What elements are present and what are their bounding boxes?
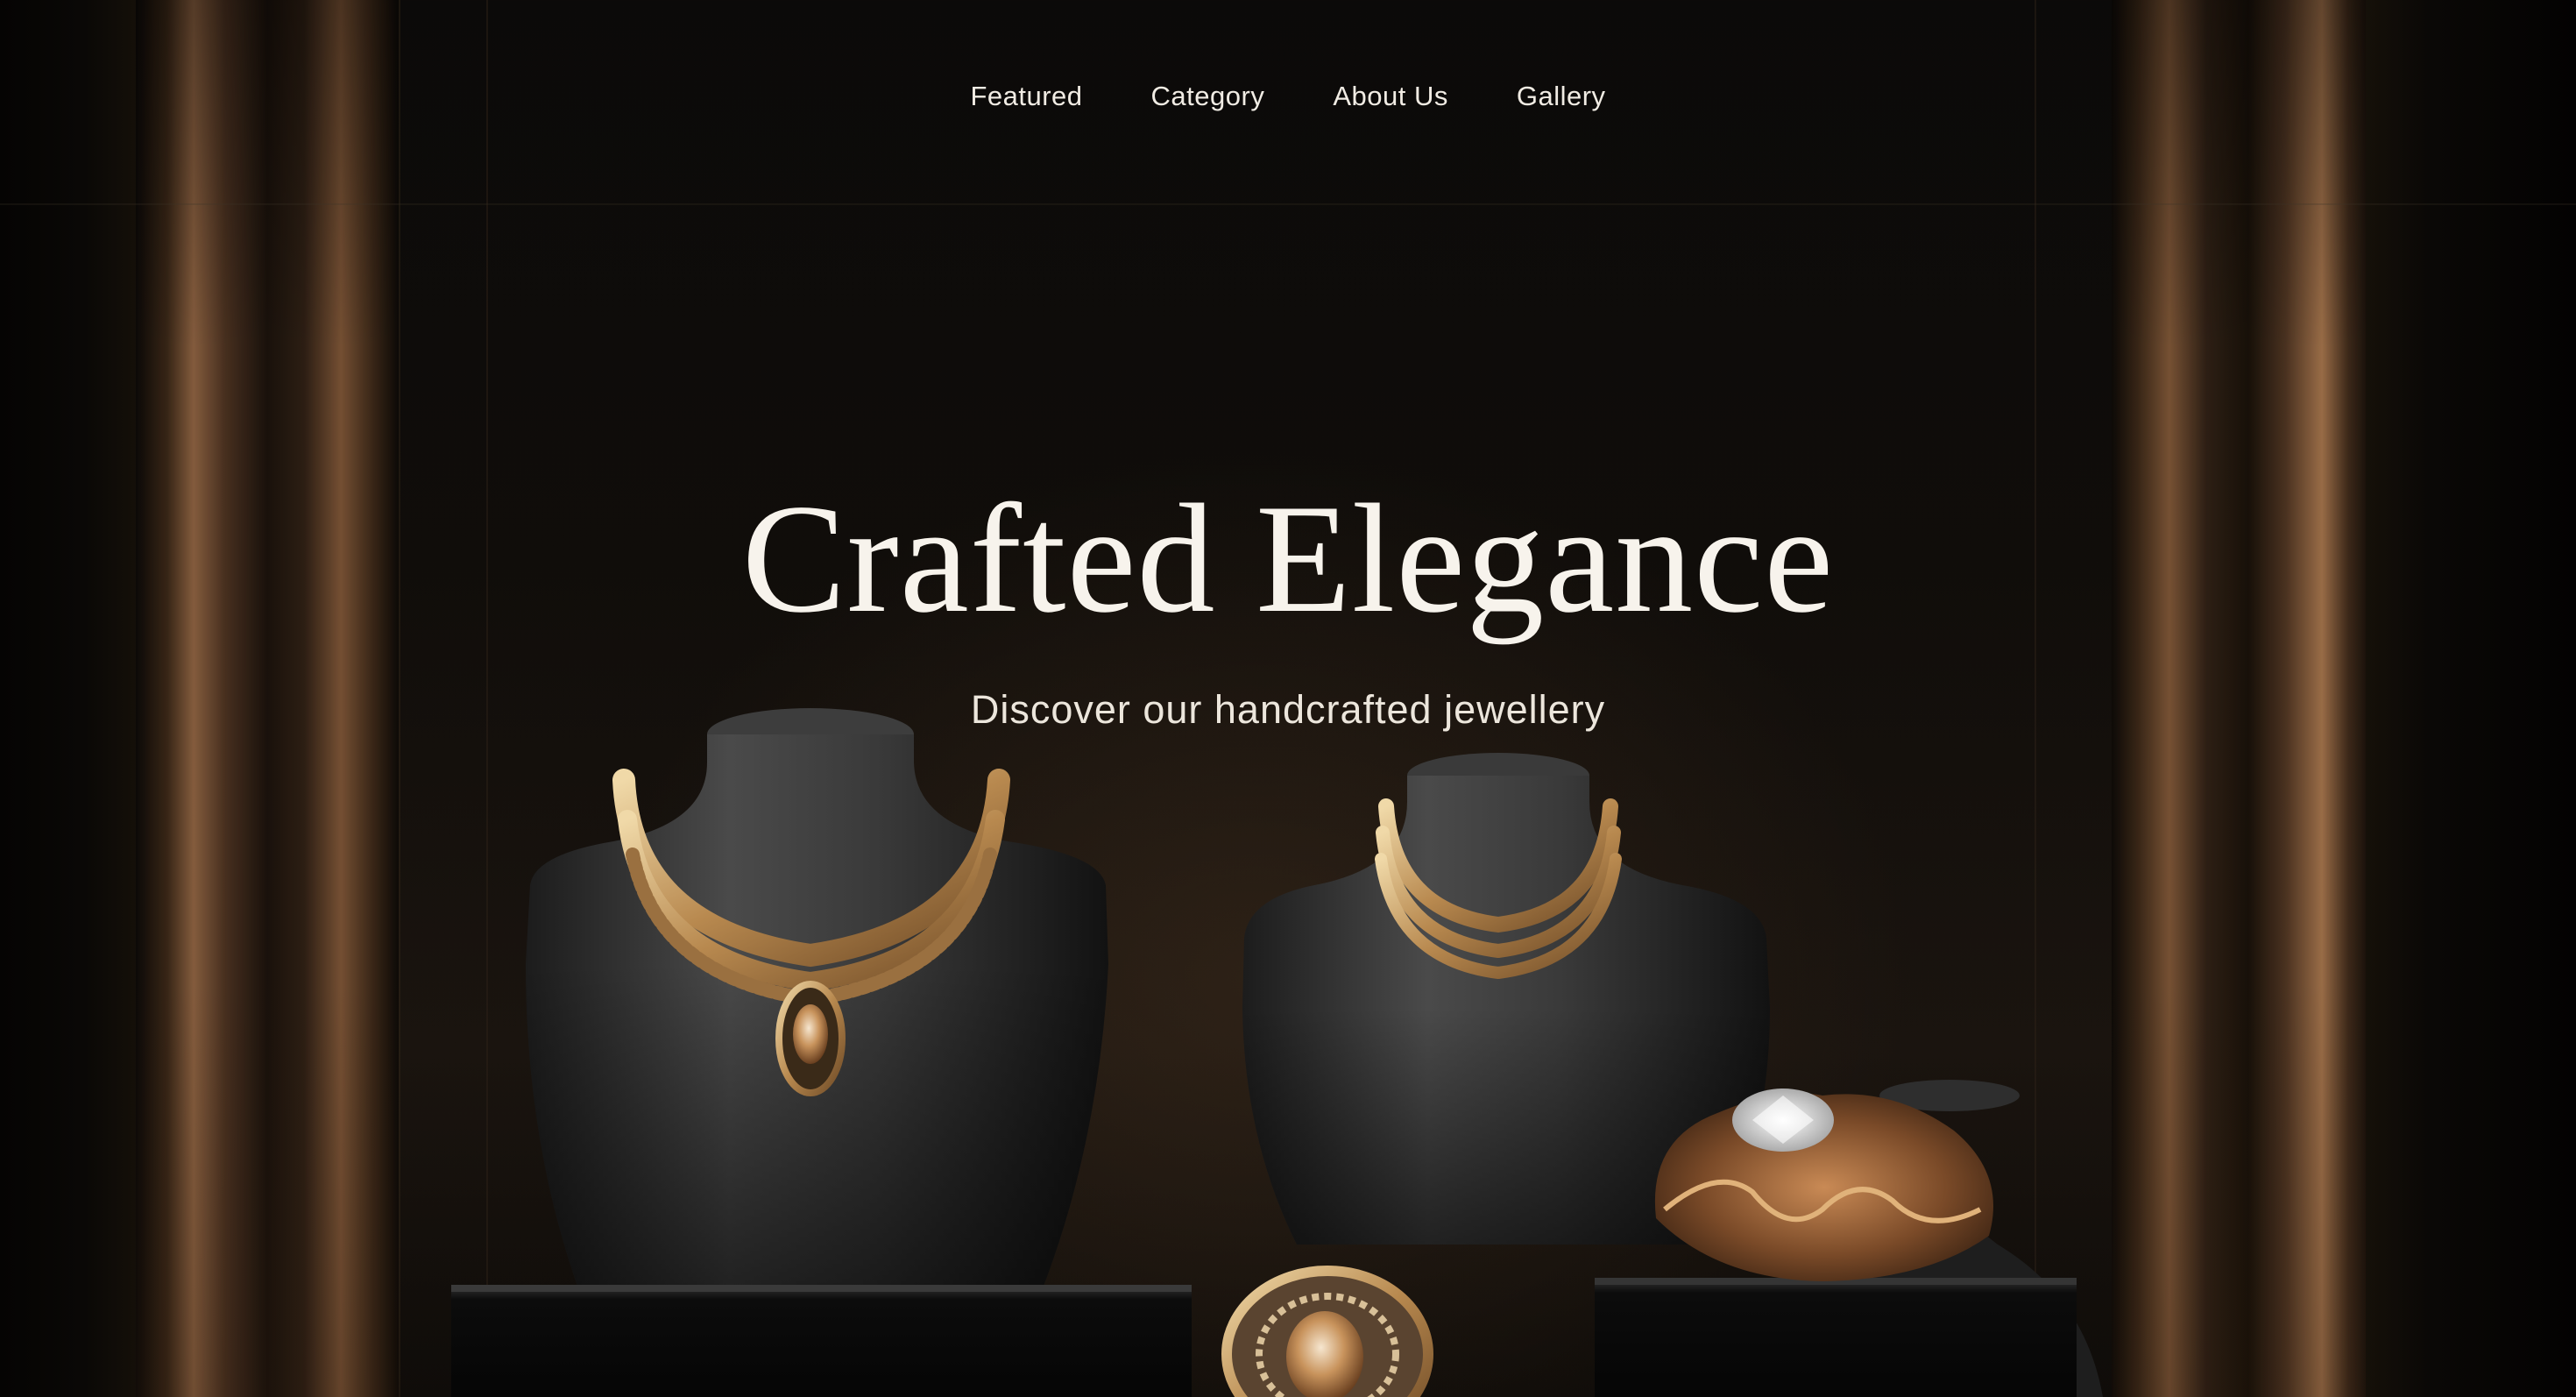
- nav-about-us[interactable]: About Us: [1333, 81, 1448, 112]
- left-pedestal: [451, 1285, 1192, 1397]
- hero-section: Featured Category About Us Gallery Craft…: [0, 0, 2576, 1397]
- hero-title: Crafted Elegance: [741, 472, 1835, 645]
- hero-subtitle: Discover our handcrafted jewellery: [970, 687, 1606, 732]
- main-nav: Featured Category About Us Gallery: [0, 81, 2576, 112]
- nav-featured[interactable]: Featured: [970, 81, 1082, 112]
- right-pedestal: [1595, 1278, 2077, 1397]
- nav-category[interactable]: Category: [1151, 81, 1265, 112]
- nav-gallery[interactable]: Gallery: [1517, 81, 1606, 112]
- front-brooch: [1221, 1266, 1433, 1397]
